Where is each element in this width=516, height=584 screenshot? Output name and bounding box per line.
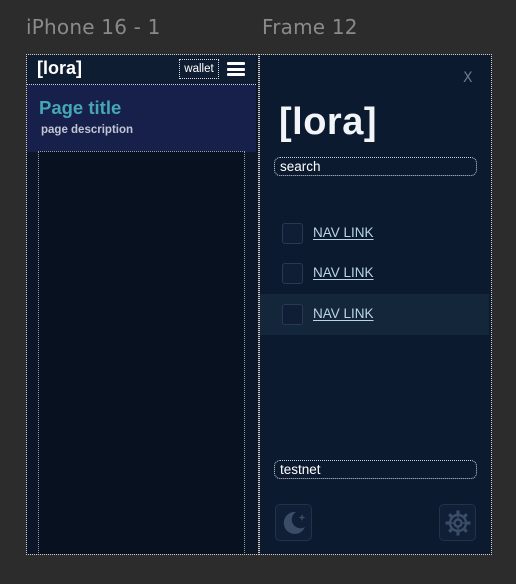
nav-item-icon [282,223,303,244]
close-button[interactable]: X [463,70,473,86]
top-bar: [lora] wallet [27,55,256,84]
nav-item-icon [282,304,303,325]
logo[interactable]: [lora] [37,58,82,79]
gear-icon [445,510,471,536]
nav-link[interactable]: NAV LINK [313,306,374,321]
content-area [38,151,245,554]
nav-link[interactable]: NAV LINK [313,225,374,240]
nav-item-active[interactable]: NAV LINK [260,294,489,335]
drawer-logo: [lora] [279,101,377,143]
nav-item-icon [282,263,303,284]
nav-link[interactable]: NAV LINK [313,265,374,280]
nav-item[interactable]: NAV LINK [260,213,489,254]
page-header: Page title page description [27,84,256,152]
hamburger-menu-icon[interactable] [227,62,245,76]
network-field[interactable]: testnet [274,460,477,479]
page-description: page description [41,124,134,136]
page-title: Page title [39,97,122,118]
wallet-button[interactable]: wallet [179,59,219,79]
theme-toggle-button[interactable] [275,504,312,541]
nav-item[interactable]: NAV LINK [260,253,489,294]
search-input[interactable] [274,157,477,176]
settings-button[interactable] [439,504,476,541]
frame-label-frame12: Frame 12 [262,15,358,39]
nav-drawer: X [lora] NAV LINK NAV LINK NAV LINK test… [260,55,491,554]
moon-stars-icon [283,511,306,534]
mobile-frame: [lora] wallet Page title page descriptio… [27,55,258,554]
frame-label-iphone: iPhone 16 - 1 [26,15,161,39]
